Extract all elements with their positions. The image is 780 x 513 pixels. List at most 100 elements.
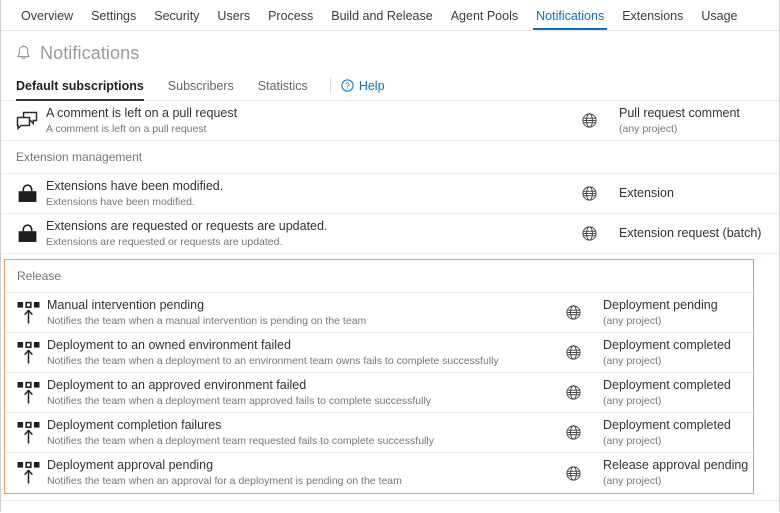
scope-globe-icon [553, 345, 593, 360]
row-event-type: Deployment completed (any project) [603, 338, 753, 368]
topnav-item-process[interactable]: Process [259, 10, 322, 30]
event-scope-label: (any project) [603, 475, 662, 487]
event-scope-label: (any project) [603, 394, 662, 407]
row-description: A comment is left on a pull request [46, 122, 207, 135]
scope-globe-icon [569, 186, 609, 201]
pivot-divider [329, 77, 331, 94]
globe-icon [565, 345, 581, 360]
subscription-row[interactable]: Deployment approval pending Notifies the … [5, 453, 753, 493]
code-group: A comment is left on a pull request A com… [1, 101, 779, 141]
topnav-item-agent-pools[interactable]: Agent Pools [442, 10, 527, 30]
row-text: Manual intervention pending Notifies the … [47, 298, 553, 328]
row-description: Notifies the team when an approval for a… [47, 475, 402, 487]
svg-text:?: ? [345, 82, 350, 91]
release-deployment-icon [15, 300, 41, 326]
subscription-row[interactable]: Manual intervention pending Notifies the … [5, 293, 753, 333]
globe-icon [565, 425, 581, 440]
globe-icon [565, 385, 581, 400]
release-group: Release Manual intervention pending Notifi… [4, 259, 754, 494]
topnav-item-extensions[interactable]: Extensions [613, 10, 692, 30]
event-scope-label: (any project) [603, 434, 662, 447]
release-deployment-icon [15, 420, 41, 446]
row-text: Deployment completion failures Notifies t… [47, 418, 553, 448]
globe-icon [565, 305, 581, 320]
pivot-tab-statistics[interactable]: Statistics [246, 72, 320, 100]
help-link[interactable]: ? Help [341, 79, 385, 93]
event-scope-label: (any project) [619, 122, 678, 135]
row-event-type: Release approval pending (any project) [603, 458, 753, 488]
pivot-tabs: Default subscriptions Subscribers Statisti… [1, 71, 779, 101]
topnav-item-notifications[interactable]: Notifications [527, 10, 613, 30]
event-scope-label: (any project) [603, 354, 662, 367]
event-scope-label: (any project) [603, 314, 662, 327]
event-type-label: Deployment completed [603, 417, 731, 432]
globe-icon [565, 465, 581, 481]
globe-icon [581, 113, 597, 128]
help-label: Help [358, 78, 385, 93]
event-type-label: Deployment pending [603, 297, 718, 312]
row-title: A comment is left on a pull request [46, 105, 238, 120]
subscription-row[interactable]: Extensions are requested or requests are… [1, 214, 779, 254]
topnav-item-usage[interactable]: Usage [692, 10, 746, 30]
group-header: Extension management [1, 141, 779, 174]
pivot-tab-default-subscriptions[interactable]: Default subscriptions [16, 72, 156, 101]
scope-globe-icon [553, 465, 593, 481]
event-type-label: Deployment completed [603, 337, 731, 352]
release-deployment-icon [15, 380, 41, 406]
extension-bag-icon [14, 181, 40, 207]
row-event-type: Deployment pending (any project) [603, 298, 753, 328]
scope-globe-icon [569, 226, 609, 241]
page-header: Notifications [1, 31, 779, 62]
scope-globe-icon [553, 425, 593, 440]
event-type-label: Release approval pending [603, 458, 749, 472]
scope-globe-icon [553, 385, 593, 400]
row-description: Notifies the team when a manual interven… [47, 314, 367, 327]
top-navigation: Overview Settings Security Users Process Buil… [1, 0, 779, 31]
group-header: Release [5, 260, 753, 293]
pull-request-comment-icon [14, 108, 40, 134]
topnav-item-settings[interactable]: Settings [82, 10, 145, 30]
row-text: Extensions are requested or requests are… [46, 219, 569, 249]
row-description: Extensions are requested or requests are… [46, 235, 283, 248]
row-text: Deployment approval pending Notifies the … [47, 458, 553, 488]
scope-globe-icon [569, 113, 609, 128]
row-text: A comment is left on a pull request A com… [46, 106, 569, 136]
event-type-label: Pull request comment [619, 105, 740, 120]
row-title: Extensions have been modified. [46, 178, 224, 193]
row-event-type: Deployment completed (any project) [603, 378, 753, 408]
row-event-type: Deployment completed (any project) [603, 418, 753, 448]
extension-bag-icon [14, 221, 40, 247]
release-deployment-icon [15, 460, 41, 486]
subscription-row[interactable]: Extensions have been modified. Extensions… [1, 174, 779, 214]
subscription-row[interactable]: Deployment to an approved environment fa… [5, 373, 753, 413]
row-description: Extensions have been modified. [46, 195, 195, 208]
subscription-row[interactable]: Deployment completion failures Notifies t… [5, 413, 753, 453]
row-description: Notifies the team when a deployment to a… [47, 354, 499, 367]
globe-icon [581, 226, 597, 241]
list-footer-divider [1, 500, 779, 513]
subscription-list: A comment is left on a pull request A com… [1, 101, 779, 494]
subscription-row[interactable]: Deployment to an owned environment faile… [5, 333, 753, 373]
release-deployment-icon [15, 340, 41, 366]
globe-icon [581, 186, 597, 201]
row-event-type: Extension [619, 186, 779, 201]
subscription-row[interactable]: A comment is left on a pull request A com… [1, 101, 779, 141]
page-title: Notifications [40, 43, 140, 63]
bell-icon [16, 44, 31, 62]
row-description: Notifies the team when a deployment team… [47, 434, 434, 447]
topnav-item-overview[interactable]: Overview [12, 10, 82, 30]
row-title: Manual intervention pending [47, 297, 205, 312]
notifications-page: Overview Settings Security Users Process Buil… [0, 0, 780, 512]
event-type-label: Extension [619, 186, 674, 200]
pivot-tab-subscribers[interactable]: Subscribers [156, 72, 246, 100]
row-description: Notifies the team when a deployment team… [47, 394, 432, 407]
row-title: Extensions are requested or requests are… [46, 218, 328, 233]
row-event-type: Extension request (batch) [619, 226, 779, 241]
extension-management-group: Extension management Extensions have been… [1, 141, 779, 254]
topnav-item-users[interactable]: Users [208, 10, 259, 30]
topnav-item-security[interactable]: Security [145, 10, 208, 30]
row-text: Deployment to an approved environment fa… [47, 378, 553, 408]
topnav-item-build-and-release[interactable]: Build and Release [322, 10, 441, 30]
row-event-type: Pull request comment (any project) [619, 106, 779, 136]
row-title: Deployment completion failures [47, 417, 222, 432]
